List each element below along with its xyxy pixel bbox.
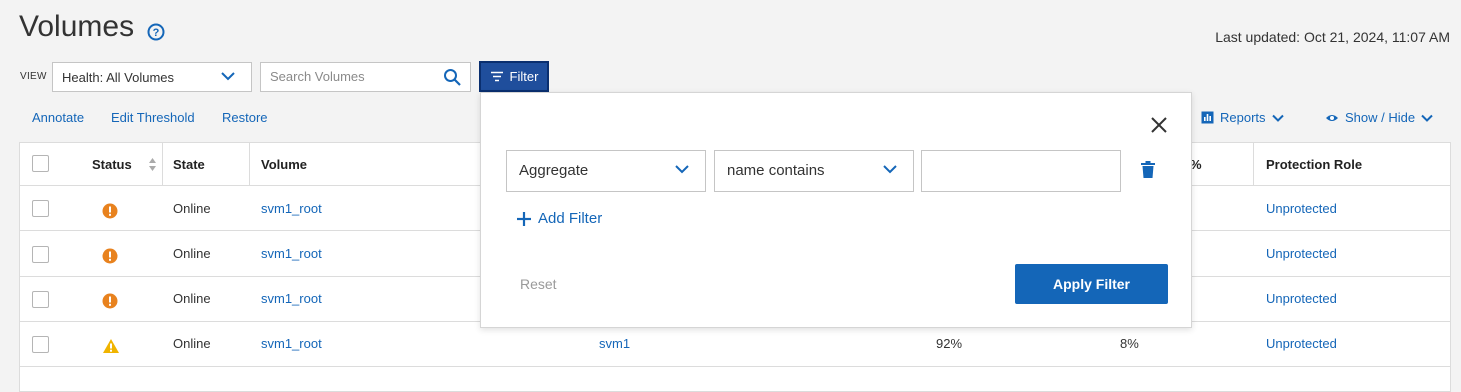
restore-action[interactable]: Restore [222,110,268,125]
protection-role-link[interactable]: Unprotected [1266,336,1337,351]
view-select[interactable]: Health: All Volumes [52,62,252,92]
protection-role-link[interactable]: Unprotected [1266,246,1337,261]
volume-link[interactable]: svm1_root [261,246,322,261]
filter-field-select[interactable]: Aggregate [506,150,706,192]
header-state[interactable]: State [173,157,205,172]
error-icon [102,293,118,309]
plus-icon [517,211,531,226]
column-divider [162,143,163,186]
chevron-down-icon [1421,114,1433,122]
row-checkbox[interactable] [32,246,49,263]
chevron-down-icon [221,72,235,81]
edit-threshold-action[interactable]: Edit Threshold [111,110,195,125]
apply-filter-button[interactable]: Apply Filter [1015,264,1168,304]
column-divider [249,143,250,186]
volume-link[interactable]: svm1_root [261,291,322,306]
filter-field-value: Aggregate [519,162,589,179]
view-label: VIEW [20,71,47,82]
row-checkbox[interactable] [32,200,49,217]
help-icon[interactable]: ? [147,23,165,41]
column-divider [1253,143,1254,186]
row-checkbox[interactable] [32,291,49,308]
protection-role-link[interactable]: Unprotected [1266,201,1337,216]
state-value: Online [173,246,211,261]
protection-role-link[interactable]: Unprotected [1266,291,1337,306]
search-icon[interactable] [443,68,462,87]
filter-operator-select[interactable]: name contains [714,150,914,192]
filter-lines-icon [490,71,503,82]
chevron-down-icon [883,165,897,174]
error-icon [102,203,118,219]
show-hide-label: Show / Hide [1345,110,1416,125]
search-input[interactable]: Search Volumes [260,62,471,92]
row-checkbox[interactable] [32,336,49,353]
reports-button[interactable]: Reports [1201,110,1284,125]
volumes-page: Volumes ? Last updated: Oct 21, 2024, 11… [0,0,1461,392]
annotate-action[interactable]: Annotate [32,110,84,125]
add-filter-button[interactable]: Add Filter [516,210,602,227]
filter-button[interactable]: Filter [479,61,549,92]
error-icon [102,248,118,264]
sort-icon[interactable] [148,157,157,172]
header-protection-role[interactable]: Protection Role [1266,157,1362,172]
volume-link[interactable]: svm1_root [261,201,322,216]
close-icon[interactable] [1149,115,1169,135]
volume-link[interactable]: svm1_root [261,336,322,351]
filter-value-input[interactable] [921,150,1121,192]
filter-button-label: Filter [509,69,539,84]
select-all-checkbox[interactable] [32,155,49,172]
last-updated-text: Last updated: Oct 21, 2024, 11:07 AM [1215,29,1450,45]
svm-link[interactable]: svm1 [599,336,630,351]
search-placeholder: Search Volumes [270,69,365,84]
add-filter-label: Add Filter [538,210,603,227]
reset-button[interactable]: Reset [520,276,557,292]
state-value: Online [173,336,211,351]
reports-label: Reports [1220,110,1266,125]
svg-text:?: ? [153,27,160,39]
show-hide-button[interactable]: Show / Hide [1325,110,1433,125]
trash-icon[interactable] [1141,161,1155,178]
filter-popover: Aggregate name contains Add Filter Reset… [480,92,1192,328]
chevron-down-icon [675,165,689,174]
reports-icon [1201,111,1214,124]
view-select-value: Health: All Volumes [62,69,175,85]
warning-icon [103,339,119,353]
state-value: Online [173,291,211,306]
table-row[interactable]: Online svm1_root svm1 92% 8% Unprotected [20,322,1450,367]
filter-operator-value: name contains [727,162,825,179]
eye-icon [1326,114,1338,121]
page-title: Volumes [19,10,135,43]
chevron-down-icon [1271,114,1284,122]
header-status[interactable]: Status [92,157,132,172]
header-volume[interactable]: Volume [261,157,307,172]
percent-value: 92% [936,336,963,351]
state-value: Online [173,201,211,216]
apply-filter-label: Apply Filter [1052,276,1130,292]
percent-value: 8% [1120,336,1139,351]
